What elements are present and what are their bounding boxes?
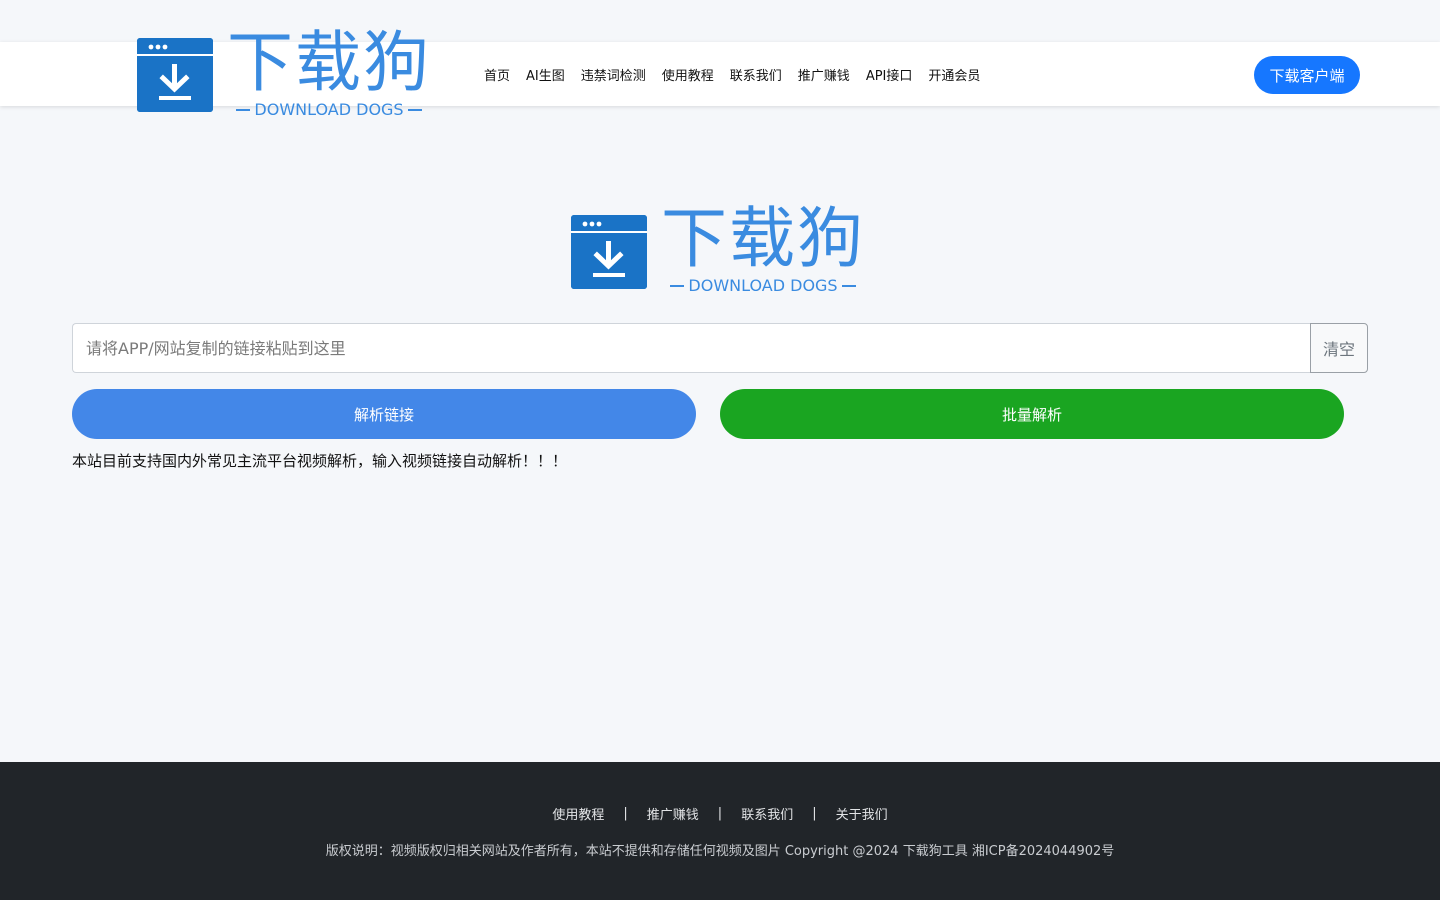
logo-en-text: DOWNLOAD DOGS [232, 100, 425, 119]
main-nav: 首页 AI生图 违禁词检测 使用教程 联系我们 推广赚钱 API接口 开通会员 [484, 64, 980, 84]
page-footer: 使用教程 | 推广赚钱 | 联系我们 | 关于我们 版权说明：视频版权归相关网站… [0, 762, 1440, 900]
support-notice: 本站目前支持国内外常见主流平台视频解析，输入视频链接自动解析！！！ [72, 452, 568, 470]
copyright-text: 版权说明：视频版权归相关网站及作者所有，本站不提供和存储任何视频及图片 Copy… [325, 844, 1115, 859]
footer-link-contact[interactable]: 联系我们 [741, 804, 793, 823]
nav-membership[interactable]: 开通会员 [928, 65, 980, 84]
footer-links: 使用教程 | 推广赚钱 | 联系我们 | 关于我们 [0, 804, 1440, 823]
parse-link-button[interactable]: 解析链接 [72, 389, 696, 439]
download-window-icon [571, 215, 647, 289]
footer-separator: | [812, 806, 817, 821]
video-url-input[interactable] [72, 323, 1310, 373]
site-logo[interactable]: 下载狗 DOWNLOAD DOGS [137, 30, 437, 124]
nav-affiliate[interactable]: 推广赚钱 [798, 65, 850, 84]
footer-link-tutorial[interactable]: 使用教程 [552, 804, 604, 823]
nav-tutorial[interactable]: 使用教程 [662, 65, 714, 84]
footer-link-affiliate[interactable]: 推广赚钱 [647, 804, 699, 823]
nav-api[interactable]: API接口 [866, 65, 913, 84]
logo-wordmark: 下载狗 DOWNLOAD DOGS [227, 24, 431, 120]
hero-logo-en-text: DOWNLOAD DOGS [666, 276, 859, 295]
download-client-button[interactable]: 下载客户端 [1254, 56, 1360, 94]
logo-cn-text: 下载狗 [227, 24, 431, 101]
hero-logo: 下载狗 DOWNLOAD DOGS [571, 206, 871, 302]
url-input-group: 清空 [72, 323, 1368, 373]
nav-home[interactable]: 首页 [484, 65, 510, 84]
hero-logo-wordmark: 下载狗 DOWNLOAD DOGS [661, 200, 865, 296]
nav-ai-image[interactable]: AI生图 [526, 65, 565, 84]
batch-parse-button[interactable]: 批量解析 [720, 389, 1344, 439]
nav-contact[interactable]: 联系我们 [730, 65, 782, 84]
clear-button[interactable]: 清空 [1310, 323, 1368, 373]
download-window-icon [137, 38, 213, 112]
footer-separator: | [717, 806, 723, 821]
hero-logo-cn-text: 下载狗 [661, 200, 865, 277]
footer-link-about[interactable]: 关于我们 [836, 804, 888, 823]
footer-separator: | [623, 806, 628, 821]
nav-banned-words[interactable]: 违禁词检测 [581, 65, 646, 84]
